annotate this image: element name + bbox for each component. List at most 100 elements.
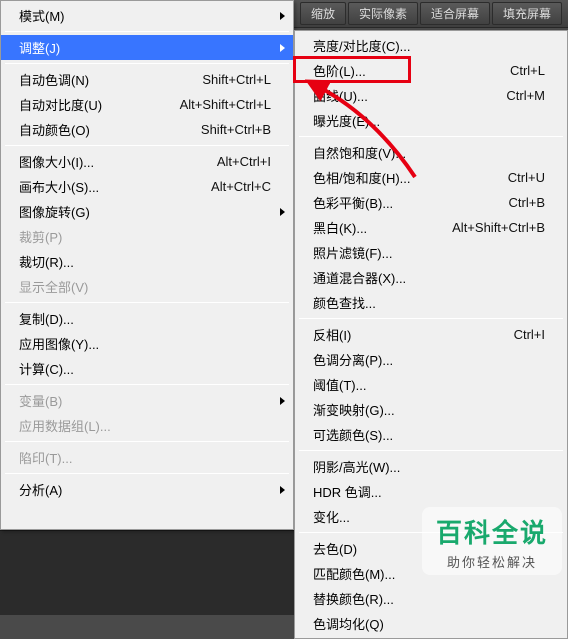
adjustments-item-20[interactable]: HDR 色调... [295, 479, 567, 504]
menu-item-shortcut: Ctrl+M [506, 88, 545, 103]
adjustments-item-6[interactable]: 色相/饱和度(H)...Ctrl+U [295, 165, 567, 190]
menu-item-label: 颜色查找... [313, 293, 545, 312]
menu-item-label: 替换颜色(R)... [313, 589, 545, 608]
adjustments-item-23[interactable]: 去色(D) [295, 536, 567, 561]
image-menu-item-5[interactable]: 自动对比度(U)Alt+Shift+Ctrl+L [1, 92, 293, 117]
menu-item-label: 应用图像(Y)... [19, 334, 271, 353]
adjustments-item-25[interactable]: 替换颜色(R)... [295, 586, 567, 611]
submenu-arrow-icon [280, 12, 285, 20]
adjustments-item-5[interactable]: 自然饱和度(V)... [295, 140, 567, 165]
adjustments-item-3[interactable]: 曝光度(E)... [295, 108, 567, 133]
menu-item-shortcut: Ctrl+U [508, 170, 545, 185]
menu-item-label: 自动颜色(O) [19, 120, 201, 139]
menu-item-label: 阈值(T)... [313, 375, 545, 394]
image-menu-item-22: 陷印(T)... [1, 445, 293, 470]
adjustments-item-24[interactable]: 匹配颜色(M)... [295, 561, 567, 586]
menu-item-label: 曲线(U)... [313, 86, 506, 105]
image-menu-item-15[interactable]: 复制(D)... [1, 306, 293, 331]
menu-item-shortcut: Alt+Ctrl+I [217, 154, 271, 169]
image-menu-item-4[interactable]: 自动色调(N)Shift+Ctrl+L [1, 67, 293, 92]
adjustments-separator [299, 318, 563, 319]
menu-item-shortcut: Alt+Shift+Ctrl+B [452, 220, 545, 235]
menu-item-shortcut: Shift+Ctrl+L [202, 72, 271, 87]
submenu-arrow-icon [280, 208, 285, 216]
adjustments-item-14[interactable]: 色调分离(P)... [295, 347, 567, 372]
toolbar-btn-zoom[interactable]: 缩放 [300, 2, 346, 25]
menu-item-label: 裁切(R)... [19, 252, 271, 271]
menu-item-shortcut: Ctrl+L [510, 63, 545, 78]
image-menu-item-11: 裁剪(P) [1, 224, 293, 249]
image-menu-item-19: 变量(B) [1, 388, 293, 413]
image-menu-item-6[interactable]: 自动颜色(O)Shift+Ctrl+B [1, 117, 293, 142]
menu-item-label: 变化... [313, 507, 545, 526]
image-menu-separator [5, 145, 289, 146]
adjustments-item-7[interactable]: 色彩平衡(B)...Ctrl+B [295, 190, 567, 215]
submenu-arrow-icon [280, 486, 285, 494]
submenu-arrow-icon [280, 397, 285, 405]
adjustments-item-13[interactable]: 反相(I)Ctrl+I [295, 322, 567, 347]
menu-item-label: 通道混合器(X)... [313, 268, 545, 287]
image-menu-item-20: 应用数据组(L)... [1, 413, 293, 438]
menu-item-label: 分析(A) [19, 480, 271, 499]
image-menu-separator [5, 441, 289, 442]
menu-item-label: 色阶(L)... [313, 61, 510, 80]
menu-item-label: 自然饱和度(V)... [313, 143, 545, 162]
image-menu-item-16[interactable]: 应用图像(Y)... [1, 331, 293, 356]
adjustments-item-1[interactable]: 色阶(L)...Ctrl+L [295, 58, 567, 83]
submenu-arrow-icon [280, 44, 285, 52]
image-menu-item-0[interactable]: 模式(M) [1, 3, 293, 28]
image-menu: 模式(M)调整(J)自动色调(N)Shift+Ctrl+L自动对比度(U)Alt… [0, 0, 294, 530]
menu-item-label: 自动色调(N) [19, 70, 202, 89]
menu-item-label: 画布大小(S)... [19, 177, 211, 196]
image-menu-separator [5, 302, 289, 303]
menu-item-label: 自动对比度(U) [19, 95, 180, 114]
image-menu-item-10[interactable]: 图像旋转(G) [1, 199, 293, 224]
adjustments-item-17[interactable]: 可选颜色(S)... [295, 422, 567, 447]
image-menu-separator [5, 63, 289, 64]
menu-item-label: 裁剪(P) [19, 227, 271, 246]
menu-item-label: 色相/饱和度(H)... [313, 168, 508, 187]
adjustments-item-10[interactable]: 通道混合器(X)... [295, 265, 567, 290]
menu-item-label: 色调均化(Q) [313, 614, 545, 633]
adjustments-item-9[interactable]: 照片滤镜(F)... [295, 240, 567, 265]
image-menu-item-13: 显示全部(V) [1, 274, 293, 299]
menu-item-label: 计算(C)... [19, 359, 271, 378]
image-menu-item-2[interactable]: 调整(J) [1, 35, 293, 60]
adjustments-item-11[interactable]: 颜色查找... [295, 290, 567, 315]
menu-item-label: 渐变映射(G)... [313, 400, 545, 419]
menu-item-label: 曝光度(E)... [313, 111, 545, 130]
toolbar-btn-fitscreen[interactable]: 适合屏幕 [420, 2, 490, 25]
adjustments-item-8[interactable]: 黑白(K)...Alt+Shift+Ctrl+B [295, 215, 567, 240]
menu-item-label: 可选颜色(S)... [313, 425, 545, 444]
menu-item-shortcut: Alt+Ctrl+C [211, 179, 271, 194]
menu-item-label: 变量(B) [19, 391, 271, 410]
adjustments-item-16[interactable]: 渐变映射(G)... [295, 397, 567, 422]
menu-item-label: 阴影/高光(W)... [313, 457, 545, 476]
adjustments-item-2[interactable]: 曲线(U)...Ctrl+M [295, 83, 567, 108]
adjustments-item-15[interactable]: 阈值(T)... [295, 372, 567, 397]
image-menu-item-12[interactable]: 裁切(R)... [1, 249, 293, 274]
menu-item-label: 去色(D) [313, 539, 545, 558]
menu-item-label: 黑白(K)... [313, 218, 452, 237]
toolbar-btn-fillscreen[interactable]: 填充屏幕 [492, 2, 562, 25]
adjustments-separator [299, 532, 563, 533]
image-menu-separator [5, 384, 289, 385]
image-menu-item-17[interactable]: 计算(C)... [1, 356, 293, 381]
toolbar-btn-actualpixels[interactable]: 实际像素 [348, 2, 418, 25]
image-menu-item-24[interactable]: 分析(A) [1, 477, 293, 502]
menu-item-shortcut: Ctrl+I [514, 327, 545, 342]
adjustments-item-0[interactable]: 亮度/对比度(C)... [295, 33, 567, 58]
menu-item-label: 色彩平衡(B)... [313, 193, 509, 212]
menu-item-label: 色调分离(P)... [313, 350, 545, 369]
adjustments-submenu: 亮度/对比度(C)...色阶(L)...Ctrl+L曲线(U)...Ctrl+M… [294, 30, 568, 639]
image-menu-item-9[interactable]: 画布大小(S)...Alt+Ctrl+C [1, 174, 293, 199]
image-menu-item-8[interactable]: 图像大小(I)...Alt+Ctrl+I [1, 149, 293, 174]
menu-item-label: 复制(D)... [19, 309, 271, 328]
menu-item-label: HDR 色调... [313, 482, 545, 501]
menu-item-label: 反相(I) [313, 325, 514, 344]
menu-item-label: 匹配颜色(M)... [313, 564, 545, 583]
adjustments-item-21[interactable]: 变化... [295, 504, 567, 529]
menu-item-label: 照片滤镜(F)... [313, 243, 545, 262]
adjustments-item-19[interactable]: 阴影/高光(W)... [295, 454, 567, 479]
menu-item-label: 模式(M) [19, 6, 271, 25]
